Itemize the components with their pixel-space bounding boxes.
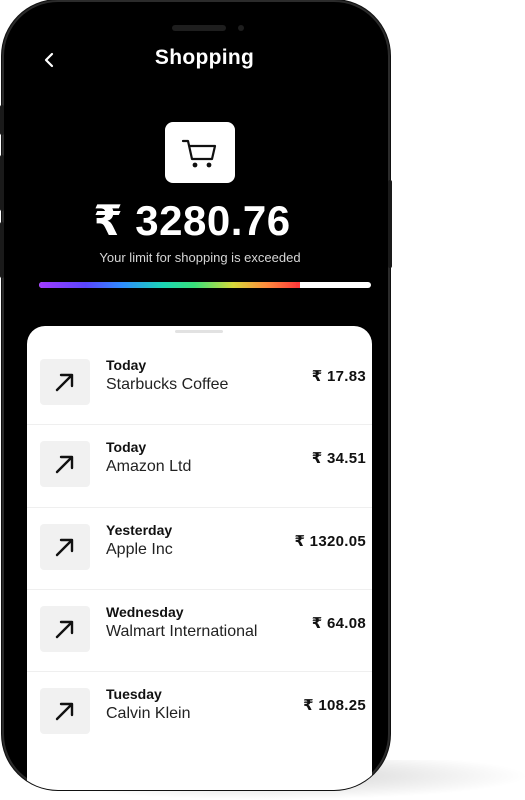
volume-down-button [0,222,4,278]
row-divider [27,424,372,425]
power-button [388,180,392,268]
transaction-icon-tile [40,524,90,570]
transaction-day: Yesterday [106,522,173,538]
transaction-icon-tile [40,441,90,487]
transactions-sheet[interactable]: Today Starbucks Coffee ₹ 17.83 Today Amazon … [27,326,372,790]
row-divider [27,671,372,672]
transaction-row[interactable]: Wednesday Walmart International ₹ 64.08 [27,592,372,672]
transaction-row[interactable]: Yesterday Apple Inc ₹ 1320.05 [27,510,372,590]
spending-progress-bar [39,282,371,288]
transaction-icon-tile [40,359,90,405]
transaction-amount: ₹ 64.08 [311,615,366,632]
arrow-up-right-icon [55,620,74,639]
transaction-day: Tuesday [106,686,162,702]
transaction-row[interactable]: Today Amazon Ltd ₹ 34.51 [27,427,372,507]
page-title: Shopping [154,46,255,69]
spending-progress-marker [295,282,300,288]
volume-up-button [0,155,4,211]
transaction-merchant: Apple Inc [106,541,173,558]
transaction-merchant: Calvin Klein [106,705,191,722]
category-icon-tile [165,122,235,183]
arrow-up-right-icon [55,455,74,474]
phone-frame: Shopping ₹ 3280.76 Your limit for shoppi… [2,0,390,790]
transaction-row[interactable]: Today Starbucks Coffee ₹ 17.83 [27,345,372,425]
arrow-up-right-icon [55,538,74,557]
earpiece-speaker [172,25,226,31]
transaction-amount: ₹ 108.25 [303,697,366,714]
transaction-row[interactable]: Tuesday Calvin Klein ₹ 108.25 [27,674,372,754]
transaction-amount: ₹ 17.83 [311,368,366,385]
transaction-icon-tile [40,688,90,734]
transaction-merchant: Amazon Ltd [106,458,192,475]
mute-switch [0,105,4,135]
arrow-up-right-icon [55,702,74,721]
transaction-day: Today [106,357,147,373]
spending-progress-fill [39,282,298,288]
transaction-icon-tile [40,606,90,652]
row-divider [27,589,372,590]
transaction-amount: ₹ 1320.05 [294,533,366,550]
front-camera [238,25,244,31]
cart-icon [181,139,217,167]
transaction-merchant: Starbucks Coffee [106,376,229,393]
transaction-merchant: Walmart International [106,623,258,640]
row-divider [27,507,372,508]
sheet-drag-handle[interactable] [175,330,223,333]
total-amount: ₹ 3280.76 [93,197,291,244]
arrow-up-right-icon [55,373,74,392]
transaction-amount: ₹ 34.51 [311,450,366,467]
limit-message: Your limit for shopping is exceeded [99,250,301,265]
transaction-day: Wednesday [106,604,184,620]
transaction-day: Today [106,439,147,455]
